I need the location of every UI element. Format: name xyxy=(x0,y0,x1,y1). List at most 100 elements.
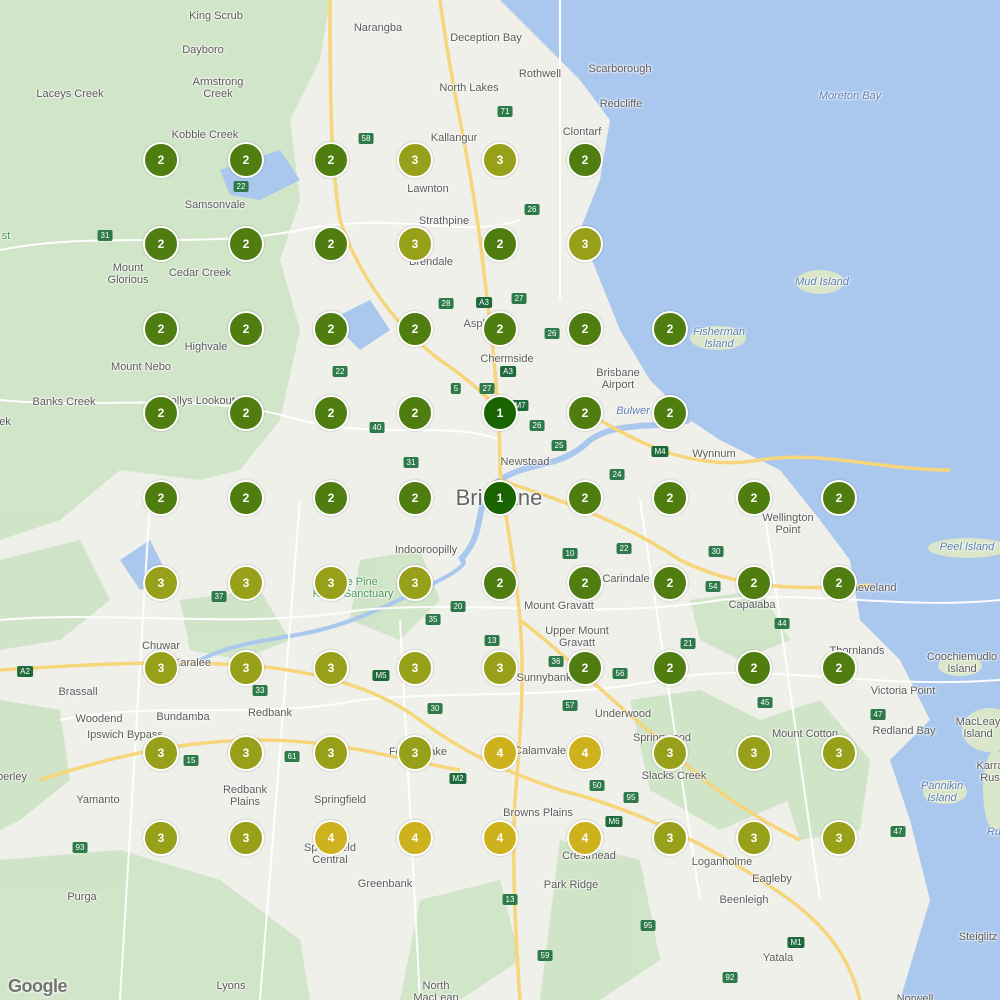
cluster-marker[interactable]: 4 xyxy=(482,820,518,856)
cluster-marker[interactable]: 3 xyxy=(397,142,433,178)
place-label-moreton-bay: Moreton Bay xyxy=(818,90,882,102)
place-label-mount-gravatt: Mount Gravatt xyxy=(524,600,594,612)
cluster-marker[interactable]: 3 xyxy=(652,735,688,771)
cluster-marker[interactable]: 4 xyxy=(567,735,603,771)
cluster-marker[interactable]: 2 xyxy=(821,650,857,686)
cluster-marker[interactable]: 3 xyxy=(397,650,433,686)
cluster-marker[interactable]: 1 xyxy=(482,480,518,516)
cluster-marker[interactable]: 2 xyxy=(313,395,349,431)
cluster-marker[interactable]: 2 xyxy=(143,311,179,347)
cluster-marker[interactable]: 3 xyxy=(228,650,264,686)
road-shield: 5 xyxy=(450,383,462,394)
cluster-marker[interactable]: 4 xyxy=(567,820,603,856)
cluster-marker[interactable]: 3 xyxy=(143,650,179,686)
cluster-marker[interactable]: 2 xyxy=(567,565,603,601)
cluster-marker[interactable]: 2 xyxy=(652,565,688,601)
place-label-north-maclean: North MacLean xyxy=(413,980,459,1000)
cluster-marker[interactable]: 3 xyxy=(482,650,518,686)
cluster-marker[interactable]: 3 xyxy=(482,142,518,178)
cluster-marker[interactable]: 2 xyxy=(482,565,518,601)
place-label-loganholme: Loganholme xyxy=(691,856,753,868)
road-shield: 35 xyxy=(425,614,441,625)
place-label-clontarf: Clontarf xyxy=(562,126,602,138)
cluster-marker[interactable]: 3 xyxy=(821,820,857,856)
place-label-upper-mount-gravatt: Upper Mount Gravatt xyxy=(545,625,609,649)
cluster-marker[interactable]: 3 xyxy=(652,820,688,856)
place-label-strathpine: Strathpine xyxy=(418,215,470,227)
cluster-marker[interactable]: 2 xyxy=(821,480,857,516)
place-label-ek: ek xyxy=(0,416,11,428)
place-label-calamvale: Calamvale xyxy=(514,745,566,757)
cluster-marker[interactable]: 2 xyxy=(567,650,603,686)
place-label-scarborough: Scarborough xyxy=(588,63,652,75)
place-label-sunnybank: Sunnybank xyxy=(516,672,572,684)
cluster-marker[interactable]: 2 xyxy=(313,142,349,178)
cluster-marker[interactable]: 2 xyxy=(652,311,688,347)
cluster-marker[interactable]: 2 xyxy=(482,311,518,347)
cluster-marker[interactable]: 2 xyxy=(228,142,264,178)
cluster-marker[interactable]: 4 xyxy=(313,820,349,856)
place-label-deception-bay: Deception Bay xyxy=(450,32,522,44)
road-shield: 31 xyxy=(403,457,419,468)
cluster-marker[interactable]: 3 xyxy=(313,735,349,771)
cluster-marker[interactable]: 2 xyxy=(228,226,264,262)
cluster-marker[interactable]: 3 xyxy=(228,565,264,601)
place-label-bulwer: Bulwer xyxy=(616,405,650,417)
road-shield: 26 xyxy=(544,328,560,339)
cluster-marker[interactable]: 2 xyxy=(397,395,433,431)
cluster-marker[interactable]: 3 xyxy=(143,565,179,601)
cluster-marker[interactable]: 2 xyxy=(143,226,179,262)
cluster-marker[interactable]: 2 xyxy=(228,480,264,516)
place-label-redbank: Redbank xyxy=(247,707,293,719)
cluster-marker[interactable]: 3 xyxy=(313,565,349,601)
cluster-marker[interactable]: 2 xyxy=(143,480,179,516)
google-logo[interactable]: Google xyxy=(8,976,68,997)
cluster-marker[interactable]: 2 xyxy=(567,311,603,347)
cluster-marker[interactable]: 2 xyxy=(143,395,179,431)
cluster-marker[interactable]: 2 xyxy=(736,650,772,686)
cluster-marker[interactable]: 3 xyxy=(821,735,857,771)
map-canvas[interactable]: King Scrub Narangba Deception Bay Dayboro Ro… xyxy=(0,0,1000,1000)
cluster-marker[interactable]: 2 xyxy=(228,311,264,347)
cluster-marker[interactable]: 4 xyxy=(482,735,518,771)
cluster-marker[interactable]: 3 xyxy=(736,735,772,771)
road-shield: 26 xyxy=(524,204,540,215)
cluster-marker[interactable]: 3 xyxy=(313,650,349,686)
road-shield: 25 xyxy=(551,440,567,451)
cluster-marker[interactable]: 2 xyxy=(313,311,349,347)
cluster-marker[interactable]: 2 xyxy=(143,142,179,178)
cluster-marker[interactable]: 3 xyxy=(397,735,433,771)
cluster-marker[interactable]: 4 xyxy=(397,820,433,856)
cluster-marker[interactable]: 2 xyxy=(397,311,433,347)
cluster-marker[interactable]: 3 xyxy=(397,226,433,262)
cluster-marker[interactable]: 2 xyxy=(567,480,603,516)
cluster-marker[interactable]: 2 xyxy=(482,226,518,262)
place-label-dayboro: Dayboro xyxy=(182,44,224,56)
road-shield: M6 xyxy=(605,816,623,827)
cluster-marker[interactable]: 2 xyxy=(736,565,772,601)
cluster-marker[interactable]: 2 xyxy=(228,395,264,431)
road-shield: 37 xyxy=(211,591,227,602)
cluster-marker[interactable]: 3 xyxy=(397,565,433,601)
cluster-marker[interactable]: 3 xyxy=(143,735,179,771)
cluster-marker[interactable]: 3 xyxy=(143,820,179,856)
cluster-marker[interactable]: 2 xyxy=(652,480,688,516)
cluster-marker[interactable]: 2 xyxy=(652,395,688,431)
cluster-marker[interactable]: 2 xyxy=(397,480,433,516)
place-label-eagleby: Eagleby xyxy=(752,873,792,885)
place-label-woodend: Woodend xyxy=(75,713,123,725)
cluster-marker[interactable]: 2 xyxy=(567,142,603,178)
cluster-marker[interactable]: 2 xyxy=(567,395,603,431)
place-label-berley: berley xyxy=(0,771,27,783)
cluster-marker[interactable]: 2 xyxy=(652,650,688,686)
cluster-marker[interactable]: 3 xyxy=(736,820,772,856)
road-shield: 61 xyxy=(284,751,300,762)
cluster-marker[interactable]: 3 xyxy=(228,735,264,771)
cluster-marker[interactable]: 1 xyxy=(482,395,518,431)
cluster-marker[interactable]: 2 xyxy=(313,226,349,262)
cluster-marker[interactable]: 2 xyxy=(821,565,857,601)
cluster-marker[interactable]: 3 xyxy=(228,820,264,856)
cluster-marker[interactable]: 3 xyxy=(567,226,603,262)
cluster-marker[interactable]: 2 xyxy=(736,480,772,516)
cluster-marker[interactable]: 2 xyxy=(313,480,349,516)
